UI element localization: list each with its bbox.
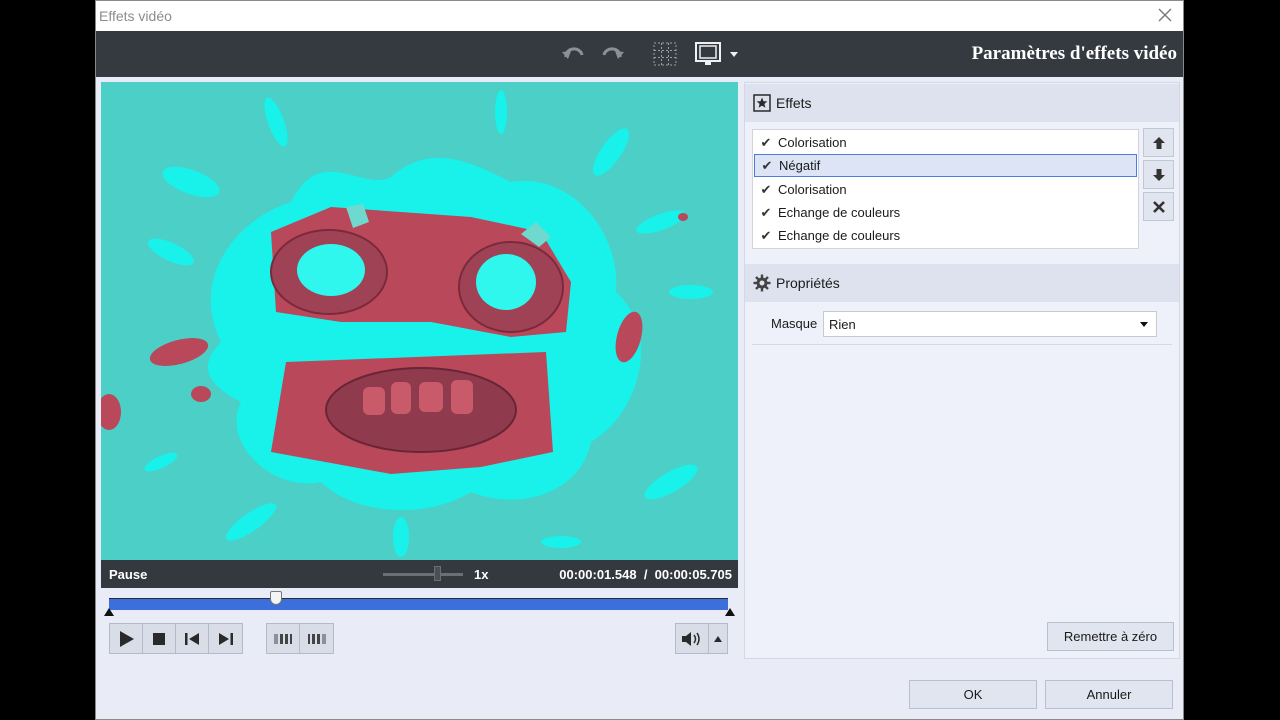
close-icon[interactable] — [1155, 5, 1175, 25]
previous-button[interactable] — [176, 624, 209, 653]
effects-list: ✔ Colorisation ✔ Négatif ✔ Colorisation … — [752, 129, 1139, 249]
player-status-bar: Pause 1x 00:00:01.548 / 00:00:05.705 — [101, 560, 738, 588]
settings-panel: Effets ✔ Colorisation ✔ Négatif ✔ Colori… — [744, 82, 1180, 659]
mask-dropdown[interactable]: Rien — [823, 311, 1157, 337]
display-mode-icon[interactable] — [693, 40, 743, 68]
check-icon[interactable]: ✔ — [754, 135, 778, 151]
effect-label: Colorisation — [778, 182, 847, 197]
stop-button[interactable] — [143, 624, 176, 653]
star-frame-icon — [753, 94, 771, 112]
redo-icon[interactable] — [597, 40, 627, 68]
chevron-down-icon — [1140, 322, 1148, 327]
video-preview — [101, 82, 738, 560]
frame-controls — [266, 623, 334, 654]
check-icon[interactable]: ✔ — [754, 182, 778, 198]
timeline-end-marker[interactable] — [725, 608, 735, 616]
check-icon[interactable]: ✔ — [755, 158, 779, 174]
check-icon[interactable]: ✔ — [754, 205, 778, 221]
next-button[interactable] — [209, 624, 242, 653]
playback-status: Pause — [109, 567, 148, 582]
grid-icon[interactable] — [651, 40, 679, 68]
volume-popup-toggle[interactable] — [709, 624, 727, 653]
effect-item[interactable]: ✔ Colorisation — [754, 178, 1137, 201]
move-up-button[interactable] — [1143, 128, 1174, 157]
reset-button[interactable]: Remettre à zéro — [1047, 622, 1174, 651]
properties-header-label: Propriétés — [776, 275, 840, 291]
gear-icon — [753, 274, 771, 292]
undo-icon[interactable] — [559, 40, 589, 68]
effect-label: Colorisation — [778, 135, 847, 150]
window-title: Effets vidéo — [99, 8, 172, 24]
volume-controls — [675, 623, 728, 654]
play-button[interactable] — [110, 624, 143, 653]
ok-button[interactable]: OK — [909, 680, 1037, 709]
divider — [752, 344, 1172, 345]
timeline-playhead[interactable] — [270, 591, 283, 605]
effects-section-header: Effets — [745, 84, 1179, 122]
title-bar: Effets vidéo — [96, 1, 1183, 31]
effect-item[interactable]: ✔ Echange de couleurs — [754, 201, 1137, 224]
move-down-button[interactable] — [1143, 160, 1174, 189]
check-icon[interactable]: ✔ — [754, 228, 778, 244]
effect-label: Echange de couleurs — [778, 228, 901, 243]
effects-header-label: Effets — [776, 95, 812, 111]
speed-slider-track[interactable] — [383, 573, 463, 576]
effect-item-selected[interactable]: ✔ Négatif — [754, 154, 1137, 177]
remove-effect-button[interactable] — [1143, 192, 1174, 221]
effect-label: Négatif — [779, 158, 821, 173]
panel-heading: Paramètres d'effets vidéo — [971, 43, 1177, 64]
timeline-track[interactable] — [109, 598, 728, 610]
time-readout: 00:00:01.548 / 00:00:05.705 — [559, 567, 732, 582]
previous-frame-button[interactable] — [267, 624, 300, 653]
volume-icon[interactable] — [676, 624, 709, 653]
timeline-start-marker[interactable] — [104, 608, 114, 616]
mask-label: Masque — [771, 316, 818, 331]
effect-item[interactable]: ✔ Echange de couleurs — [754, 224, 1137, 247]
effect-item[interactable]: ✔ Colorisation — [754, 131, 1137, 154]
mask-value: Rien — [829, 317, 856, 332]
effect-label: Echange de couleurs — [778, 205, 901, 220]
speed-value: 1x — [474, 567, 489, 582]
transport-controls — [109, 623, 243, 654]
speed-slider-thumb[interactable] — [434, 566, 441, 581]
video-effects-dialog: Effets vidéo Paramètres d'effets vidéo P… — [95, 0, 1184, 720]
next-frame-button[interactable] — [300, 624, 333, 653]
cancel-button[interactable]: Annuler — [1045, 680, 1173, 709]
properties-section-header: Propriétés — [745, 264, 1179, 302]
toolbar: Paramètres d'effets vidéo — [96, 31, 1183, 77]
